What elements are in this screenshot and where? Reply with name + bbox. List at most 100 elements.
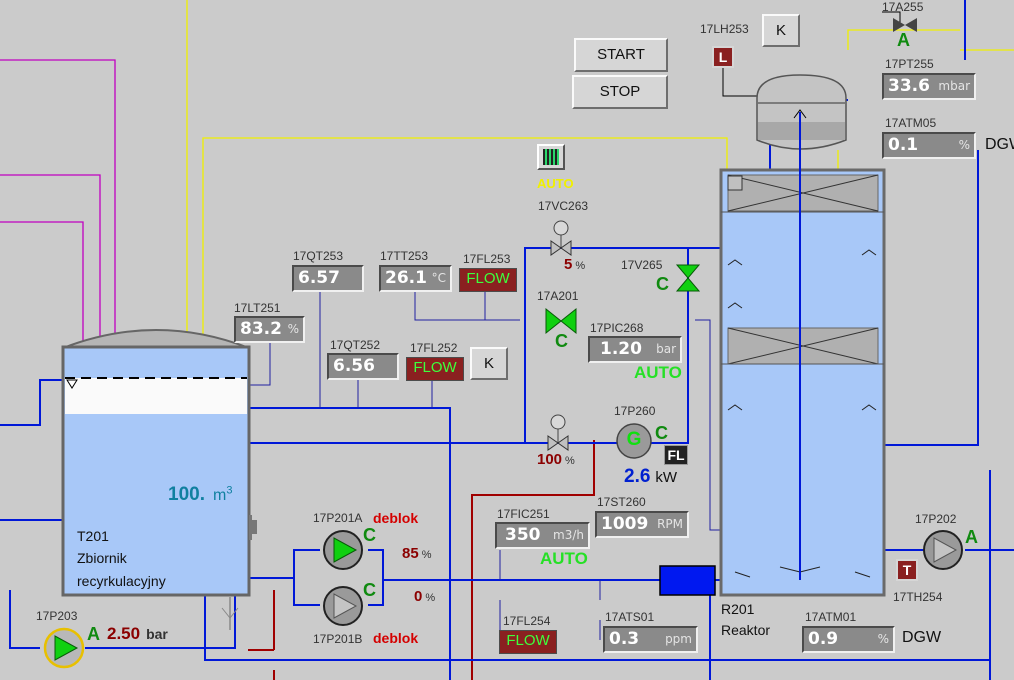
p203-tag: 17P203 [36, 609, 78, 623]
pic268-value: 1.20 [600, 339, 642, 359]
qt253-value-box: 6.57 [292, 265, 364, 292]
pt255-unit: mbar [938, 79, 970, 93]
p201b-status: deblok [373, 630, 419, 646]
vc263-unit: % [575, 260, 586, 272]
atm05-unit: % [958, 138, 970, 152]
p201a-speed-value: 85 [402, 545, 419, 562]
v265-tag: 17V265 [621, 258, 663, 272]
p260-power: 2.6 kW [624, 466, 677, 488]
p201b-tag: 17P201B [313, 632, 363, 646]
p201a-status: deblok [373, 510, 419, 526]
pic268-value-box[interactable]: 1.20 bar [588, 336, 682, 363]
fic251-unit: m3/h [553, 528, 584, 542]
valve-bottom[interactable] [547, 414, 569, 451]
fl253-flow-indicator: FLOW [459, 268, 517, 292]
pump-p202[interactable] [924, 531, 962, 569]
th254-indicator[interactable]: T [896, 559, 918, 581]
valve-a201[interactable] [545, 308, 577, 334]
atm05-value-box: 0.1% [882, 132, 976, 159]
valve-bottom-percent: 100 [537, 451, 563, 468]
fl254-flow-indicator: FLOW [499, 630, 557, 654]
p203-state: A [87, 624, 100, 644]
p260-power-value: 2.6 [624, 466, 651, 487]
p201a-state: C [363, 525, 376, 545]
lh253-tag: 17LH253 [700, 22, 749, 36]
start-button[interactable]: START [574, 38, 668, 72]
p201a-tag: 17P201A [313, 511, 363, 525]
st260-value: 1009 [601, 514, 649, 534]
pt255-tag: 17PT255 [885, 57, 934, 71]
st260-unit: RPM [657, 517, 683, 531]
ats01-value: 0.3 [609, 629, 640, 649]
lt251-value: 83.2 [240, 319, 282, 339]
stop-button[interactable]: STOP [572, 75, 668, 109]
st260-tag: 17ST260 [597, 495, 646, 509]
p202-state: A [965, 527, 978, 547]
atm01-label: DGW [902, 629, 942, 646]
qt252-value: 6.56 [333, 356, 375, 376]
tank-volume-unit: m [212, 487, 227, 504]
tank-id: T201 [77, 528, 109, 544]
fic251-value-box[interactable]: 350 m3/h [495, 522, 590, 549]
lt251-unit: % [287, 322, 299, 336]
reactor-id: R201 [721, 601, 755, 617]
p260-fl-badge: FL [664, 445, 688, 465]
tank-t201[interactable] [63, 347, 249, 477]
lt251-value-box: 83.2% [234, 316, 305, 343]
pump-p201b[interactable] [324, 587, 362, 625]
fl253-tag: 17FL253 [463, 252, 511, 266]
p260-power-unit: kW [655, 469, 678, 486]
k-button-fl252[interactable]: K [470, 347, 508, 380]
ats01-tag: 17ATS01 [605, 610, 655, 624]
tank-volume-value: 100. [168, 484, 205, 505]
atm01-unit: % [877, 632, 889, 646]
valve-bottom-value: 100% [537, 451, 575, 468]
pump-p203[interactable] [45, 629, 83, 667]
tank-name-line2: recyrkulacyjny [77, 573, 166, 589]
fic251-mode: AUTO [540, 549, 588, 568]
atm01-value: 0.9 [808, 629, 839, 649]
valve-vc263[interactable] [550, 220, 572, 256]
p260-state: C [655, 423, 668, 443]
reactor-name: Reaktor [721, 622, 771, 638]
qt253-value: 6.57 [298, 268, 340, 288]
p202-tag: 17P202 [915, 512, 957, 526]
pt255-value-box: 33.6 mbar [882, 73, 976, 100]
qt252-tag: 17QT252 [330, 338, 381, 352]
vc263-percent: 5 [564, 256, 573, 273]
k-button-top[interactable]: K [762, 14, 800, 47]
atm05-tag: 17ATM05 [885, 116, 937, 130]
fic251-value: 350 [505, 525, 541, 545]
reactor-r201[interactable] [740, 220, 860, 320]
pic268-unit: bar [656, 342, 676, 356]
heat-exchanger[interactable] [660, 566, 715, 595]
valve-a255[interactable] [892, 16, 918, 34]
pic268-tag: 17PIC268 [590, 321, 644, 335]
fl252-flow-indicator: FLOW [406, 357, 464, 381]
atm05-value: 0.1 [888, 135, 919, 155]
tt253-value-box: 26.1 °C [379, 265, 452, 292]
v265-state: C [656, 274, 669, 294]
tt253-tag: 17TT253 [380, 249, 429, 263]
atm01-value-box: 0.9% [802, 626, 895, 653]
pic268-mode: AUTO [634, 363, 682, 382]
p201b-speed-unit: % [425, 592, 436, 604]
p260-tag: 17P260 [614, 404, 656, 418]
tank-volume-exp: 3 [226, 484, 233, 497]
tank-volume: 100. m3 [168, 484, 232, 506]
fl252-tag: 17FL252 [410, 341, 458, 355]
ats01-value-box: 0.3 ppm [603, 626, 698, 653]
valve-bottom-unit: % [565, 455, 575, 467]
lh253-indicator[interactable]: L [712, 46, 734, 68]
p201b-speed: 0% [414, 588, 435, 605]
vc263-value: 5% [564, 256, 585, 273]
valve-mode-icon[interactable] [537, 144, 565, 170]
p203-pressure: 2.50 bar [107, 624, 168, 644]
pump-p201a[interactable] [324, 531, 362, 569]
p260-symbol[interactable]: G [624, 429, 644, 451]
valve-v265[interactable] [676, 264, 700, 292]
fl254-tag: 17FL254 [503, 614, 551, 628]
atm01-tag: 17ATM01 [805, 610, 857, 624]
tt253-unit: °C [431, 271, 446, 285]
p203-pressure-unit: bar [146, 626, 168, 642]
